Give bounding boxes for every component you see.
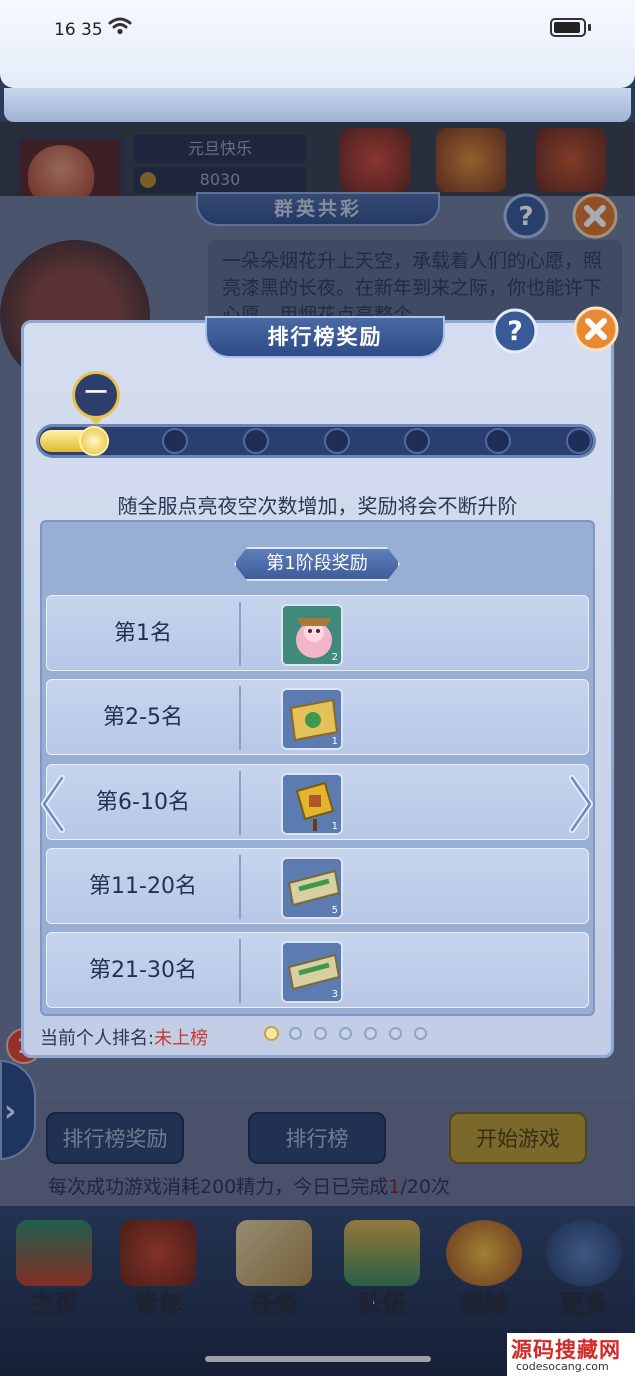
top-strip bbox=[4, 88, 631, 122]
rank-range-label: 第6-10名 bbox=[96, 790, 190, 815]
rank-range-label: 第1名 bbox=[114, 621, 172, 646]
dialog-title: 排行榜奖励 bbox=[205, 316, 445, 358]
page-dot[interactable] bbox=[339, 1027, 352, 1040]
battery-icon bbox=[550, 18, 586, 37]
reward-quantity: 1 bbox=[331, 736, 338, 747]
stage-reward-title: 第1阶段奖励 bbox=[234, 547, 400, 581]
chevron-left-icon[interactable] bbox=[38, 774, 68, 834]
reward-quantity: 3 bbox=[331, 989, 338, 1000]
page-dot[interactable] bbox=[414, 1027, 427, 1040]
reward-quantity: 5 bbox=[331, 905, 338, 916]
progress-node-active bbox=[79, 426, 109, 456]
battery-tip bbox=[588, 24, 591, 31]
svg-text:?: ? bbox=[507, 316, 523, 347]
rank-range-label: 第2-5名 bbox=[103, 705, 183, 730]
page-dot[interactable] bbox=[289, 1027, 302, 1040]
reward-item-slot[interactable]: 2 bbox=[281, 604, 343, 666]
reward-quantity: 1 bbox=[331, 821, 338, 832]
reward-item-slot[interactable]: 5 bbox=[281, 857, 343, 919]
progress-node bbox=[161, 428, 188, 454]
row-divider bbox=[239, 602, 241, 666]
progress-node bbox=[566, 428, 592, 454]
rank-status-value: 未上榜 bbox=[154, 1028, 209, 1049]
stage-info-text: 随全服点亮夜空次数增加，奖励将会不断升阶 bbox=[117, 494, 518, 518]
rank-reward-row: 第1名 2 bbox=[46, 595, 589, 671]
row-divider bbox=[239, 939, 241, 1003]
current-stage-marker: 一 bbox=[72, 371, 120, 419]
reward-item-slot[interactable]: 3 bbox=[281, 941, 343, 1003]
progress-node bbox=[242, 428, 269, 454]
close-icon[interactable] bbox=[572, 305, 620, 353]
progress-node bbox=[323, 428, 350, 454]
page-dot[interactable] bbox=[364, 1027, 377, 1040]
rank-reward-row: 第6-10名 1 bbox=[46, 764, 589, 840]
wifi-icon bbox=[108, 17, 132, 35]
reward-item-slot[interactable]: 1 bbox=[281, 688, 343, 750]
status-time: 16 35 bbox=[54, 20, 103, 40]
row-divider bbox=[239, 686, 241, 750]
status-bar: 16 35 bbox=[0, 0, 635, 88]
progress-node bbox=[485, 428, 512, 454]
row-divider bbox=[239, 855, 241, 919]
page-dot[interactable] bbox=[389, 1027, 402, 1040]
current-rank-status: 当前个人排名:未上榜 bbox=[40, 1024, 208, 1050]
rank-reward-row: 第2-5名 1 bbox=[46, 679, 589, 755]
chevron-right-icon[interactable] bbox=[566, 774, 596, 834]
rank-range-label: 第11-20名 bbox=[89, 874, 197, 899]
page-dot-active[interactable] bbox=[264, 1026, 279, 1041]
rank-reward-row: 第11-20名 5 bbox=[46, 848, 589, 924]
help-icon[interactable]: ? bbox=[491, 307, 539, 355]
stage-progress-track bbox=[36, 424, 596, 458]
rank-status-label: 当前个人排名: bbox=[40, 1028, 155, 1049]
watermark-url: codesocang.com bbox=[516, 1360, 609, 1373]
rank-reward-row: 第21-30名 3 bbox=[46, 932, 589, 1008]
row-divider bbox=[239, 771, 241, 835]
reward-item-slot[interactable]: 1 bbox=[281, 773, 343, 835]
rank-range-label: 第21-30名 bbox=[89, 958, 197, 983]
stage-marker-pointer bbox=[88, 416, 104, 425]
reward-quantity: 2 bbox=[331, 652, 338, 663]
page-dot[interactable] bbox=[314, 1027, 327, 1040]
